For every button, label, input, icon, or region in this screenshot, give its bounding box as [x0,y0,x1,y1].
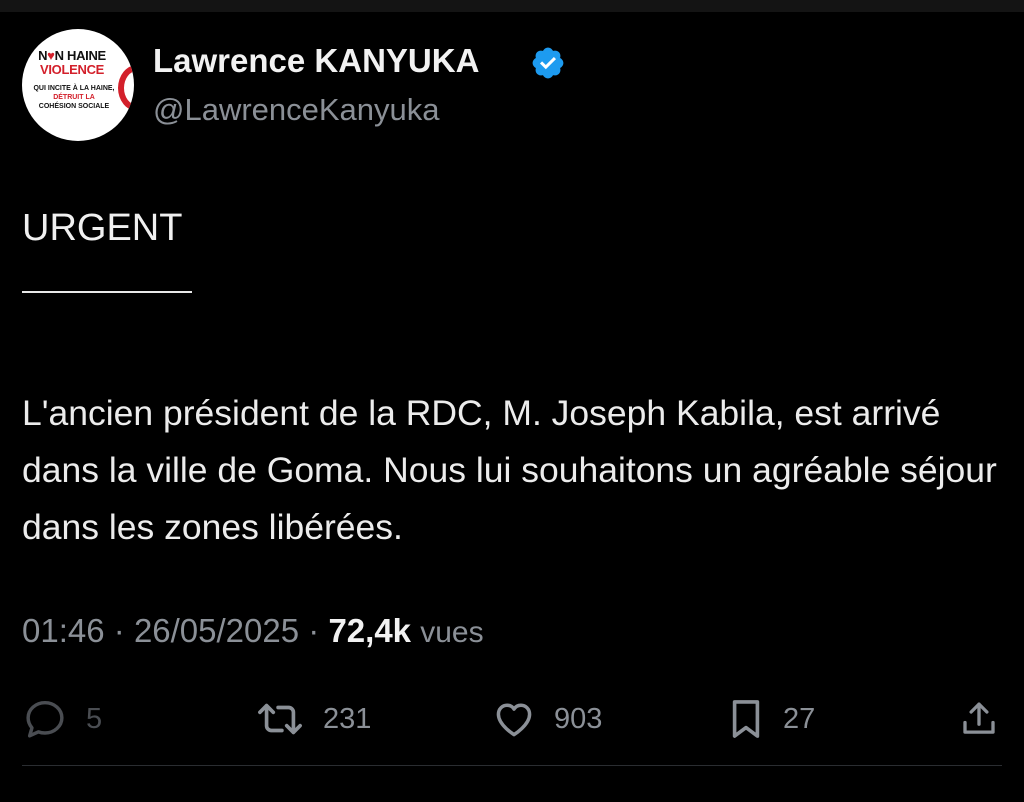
retweet-button[interactable]: 231 [255,696,371,742]
tweet-heading: URGENT [22,207,183,249]
author-display-name[interactable]: Lawrence KANYUKA [153,42,479,80]
retweet-icon [258,703,302,735]
bookmark-count: 27 [783,702,816,735]
meta-separator: · [308,612,320,649]
tweet-time[interactable]: 01:46 [22,612,105,649]
divider [22,765,1002,766]
like-button[interactable]: 903 [492,696,602,742]
like-count: 903 [554,702,603,735]
reply-icon [26,700,64,738]
avatar-text-line1: N♥N HAINE [38,48,106,63]
status-bar [0,0,1024,12]
avatar-text-line3: QUI INCITE À LA HAINE, DÉTRUIT LA COHÉSION… [33,85,115,110]
like-icon [496,703,532,737]
tweet-body: L'ancien président de la RDC, M. Joseph … [22,393,997,547]
tweet-metadata: 01:46 · 26/05/2025 · 72,4k vues [22,612,484,650]
views-count[interactable]: 72,4k [328,612,411,649]
meta-separator: · [113,612,125,649]
avatar-text-line2: VIOLENCE [39,62,105,77]
retweet-count: 231 [323,702,372,735]
avatar[interactable]: N♥N HAINE VIOLENCE QUI INCITE À LA HAINE… [22,29,134,141]
reply-button[interactable]: 5 [22,696,102,742]
tweet-date[interactable]: 26/05/2025 [134,612,299,649]
verified-badge-icon [532,47,564,79]
bookmark-icon [732,700,760,738]
author-handle[interactable]: @LawrenceKanyuka [153,92,440,128]
share-button[interactable] [958,696,1000,742]
share-icon [963,702,995,734]
heading-underline [22,291,192,293]
bookmark-button[interactable]: 27 [727,696,815,742]
reply-count: 5 [86,702,103,735]
views-label: vues [420,616,484,649]
